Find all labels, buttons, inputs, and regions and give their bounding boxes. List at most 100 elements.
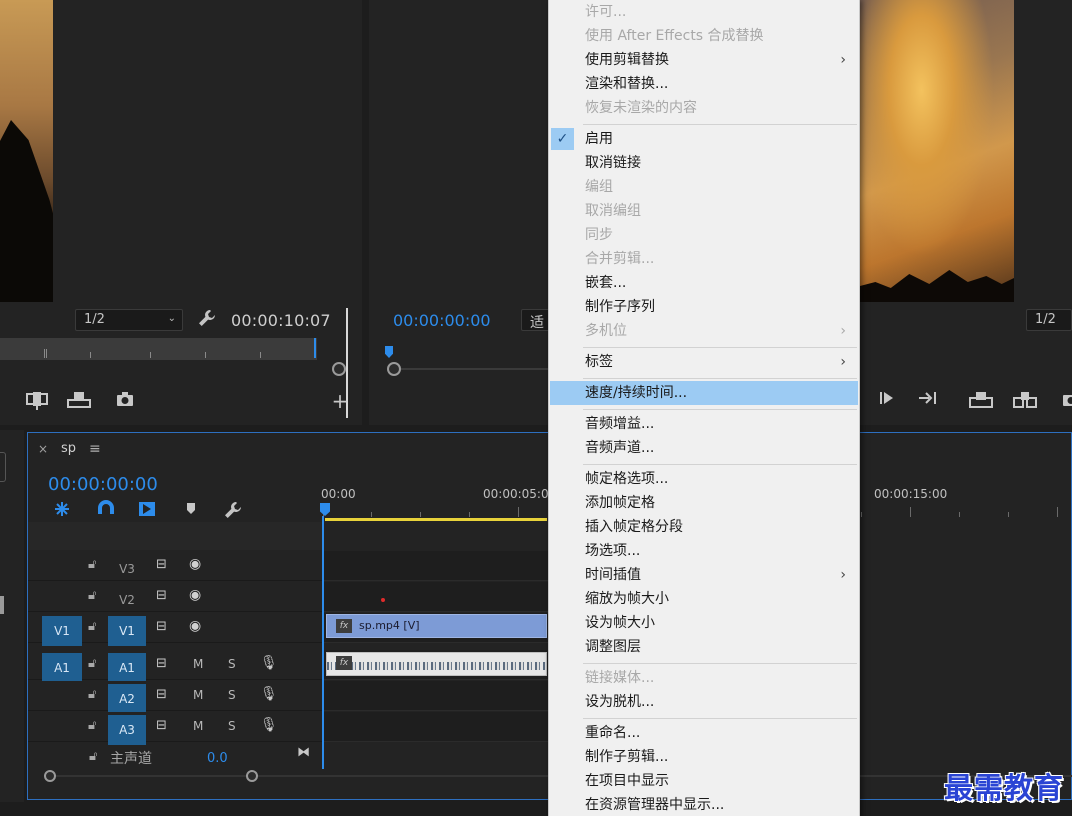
microphone-icon[interactable]: 🎙︎ (260, 717, 278, 733)
fx-badge-icon[interactable]: fx (336, 656, 352, 670)
source-patch-a1[interactable]: A1 (42, 653, 82, 683)
track-lane-v3[interactable] (324, 551, 548, 581)
menu-item-make-offline[interactable]: 设为脱机... (550, 690, 858, 714)
menu-item-synchronize[interactable]: 同步 (550, 223, 858, 247)
source-settings-wrench-icon[interactable] (197, 308, 219, 330)
add-marker-icon[interactable] (180, 500, 202, 520)
program-fit-select[interactable]: 适 (521, 309, 551, 331)
menu-item-enable[interactable]: ✓ 启用 (550, 127, 858, 151)
extract-button[interactable] (1012, 390, 1038, 412)
sync-lock-icon[interactable]: ⊟ (156, 656, 167, 671)
timeline-tab-name[interactable]: sp (61, 441, 76, 456)
go-to-in-out-icon[interactable]: ⧓ (297, 745, 310, 760)
lock-icon[interactable]: 🔓︎ (89, 749, 97, 764)
track-lane-a3[interactable] (324, 712, 548, 742)
menu-item-reveal-in-project[interactable]: 在项目中显示 (550, 769, 858, 793)
sync-lock-icon[interactable]: ⊟ (156, 557, 167, 572)
track-name[interactable]: V3 (108, 554, 146, 584)
lock-icon[interactable]: 🔓︎ (88, 619, 96, 634)
go-to-out-point-icon[interactable] (915, 390, 941, 412)
audio-clip[interactable]: fx (326, 652, 547, 676)
menu-item-multi-camera[interactable]: 多机位 › (550, 319, 858, 343)
microphone-icon[interactable]: 🎙︎ (260, 686, 278, 702)
lift-button[interactable] (968, 390, 994, 412)
track-lane-a2[interactable] (324, 681, 548, 711)
master-volume-value[interactable]: 0.0 (207, 751, 228, 766)
solo-button[interactable]: S (228, 719, 236, 733)
razor-tool-icon[interactable] (0, 596, 4, 614)
source-timecode[interactable]: 00:00:10:07 (231, 311, 331, 330)
solo-button[interactable]: S (228, 657, 236, 671)
track-name[interactable]: A1 (108, 653, 146, 683)
menu-item-audio-channels[interactable]: 音频声道... (550, 436, 858, 460)
menu-item-frame-hold-options[interactable]: 帧定格选项... (550, 467, 858, 491)
menu-item-render-and-replace[interactable]: 渲染和替换... (550, 72, 858, 96)
menu-item-nest[interactable]: 嵌套... (550, 271, 858, 295)
program-timecode[interactable]: 00:00:00:00 (393, 311, 491, 330)
menu-item-label[interactable]: 标签 › (550, 350, 858, 374)
timeline-settings-wrench-icon[interactable] (222, 500, 244, 520)
menu-item-adjustment-layer[interactable]: 调整图层 (550, 635, 858, 659)
insert-button[interactable] (24, 390, 50, 412)
track-name[interactable]: V2 (108, 585, 146, 615)
export-frame-camera-icon[interactable] (1058, 390, 1072, 412)
sync-lock-icon[interactable]: ⊟ (156, 687, 167, 702)
menu-item-group[interactable]: 编组 (550, 175, 858, 199)
menu-item-time-interpolation[interactable]: 时间插值 › (550, 563, 858, 587)
lock-icon[interactable]: 🔓︎ (88, 656, 96, 671)
mute-button[interactable]: M (193, 688, 203, 702)
menu-item-insert-frame-hold-segment[interactable]: 插入帧定格分段 (550, 515, 858, 539)
menu-item-set-to-frame-size[interactable]: 设为帧大小 (550, 611, 858, 635)
eye-icon[interactable]: ◉ (189, 556, 201, 572)
selection-tool-icon[interactable] (0, 452, 6, 482)
work-area-bar[interactable] (325, 518, 547, 521)
timeline-zoom-handle-left[interactable] (44, 770, 56, 782)
track-name[interactable]: V1 (108, 616, 146, 646)
linked-selection-icon[interactable] (136, 500, 158, 520)
export-frame-camera-icon[interactable] (112, 390, 138, 412)
track-name[interactable]: A2 (108, 684, 146, 714)
menu-item-ungroup[interactable]: 取消编组 (550, 199, 858, 223)
sync-lock-icon[interactable]: ⊟ (156, 619, 167, 634)
source-time-ruler[interactable] (0, 338, 317, 360)
timeline-zoom-handle-right[interactable] (246, 770, 258, 782)
mute-button[interactable]: M (193, 719, 203, 733)
video-clip[interactable]: fx sp.mp4 [V] (326, 614, 547, 638)
menu-item-scale-to-frame-size[interactable]: 缩放为帧大小 (550, 587, 858, 611)
menu-item-link-media[interactable]: 链接媒体... (550, 666, 858, 690)
lock-icon[interactable]: 🔓︎ (88, 687, 96, 702)
lock-icon[interactable]: 🔓︎ (88, 718, 96, 733)
source-patch-v1[interactable]: V1 (42, 616, 82, 646)
menu-item-add-frame-hold[interactable]: 添加帧定格 (550, 491, 858, 515)
track-lane-v2[interactable] (324, 582, 548, 612)
solo-button[interactable]: S (228, 688, 236, 702)
eye-icon[interactable]: ◉ (189, 587, 201, 603)
menu-item-merge-clips[interactable]: 合并剪辑... (550, 247, 858, 271)
menu-item-unlink[interactable]: 取消链接 (550, 151, 858, 175)
microphone-icon[interactable]: 🎙︎ (260, 655, 278, 671)
nest-sequence-icon[interactable] (51, 500, 73, 520)
menu-item-make-subclip[interactable]: 制作子剪辑... (550, 745, 858, 769)
play-to-out-icon[interactable] (874, 390, 900, 412)
fx-badge-icon[interactable]: fx (336, 619, 352, 633)
menu-item-audio-gain[interactable]: 音频增益... (550, 412, 858, 436)
menu-item-rename[interactable]: 重命名... (550, 721, 858, 745)
overwrite-button[interactable] (66, 390, 92, 412)
source-zoom-scroll-handle[interactable] (332, 362, 346, 376)
timeline-timecode[interactable]: 00:00:00:00 (48, 474, 158, 495)
source-zoom-select[interactable]: 1/2 ⌄ (75, 309, 183, 331)
timeline-tab-close-icon[interactable]: × (38, 442, 48, 456)
menu-item-replace-with-clip[interactable]: 使用剪辑替换 › (550, 48, 858, 72)
timeline-panel-menu-icon[interactable]: ≡ (89, 441, 101, 457)
menu-item-restore-unrendered[interactable]: 恢复未渲染的内容 (550, 96, 858, 120)
button-editor-plus-icon[interactable]: + (327, 390, 353, 412)
track-name[interactable]: A3 (108, 715, 146, 745)
sync-lock-icon[interactable]: ⊟ (156, 718, 167, 733)
menu-item-reveal-in-explorer[interactable]: 在资源管理器中显示... (550, 793, 858, 816)
menu-item-replace-with-after-effects[interactable]: 使用 After Effects 合成替换 (550, 24, 858, 48)
program-zoom-scroll-handle[interactable] (387, 362, 401, 376)
sync-lock-icon[interactable]: ⊟ (156, 588, 167, 603)
eye-icon[interactable]: ◉ (189, 618, 201, 634)
snap-magnet-icon[interactable] (95, 500, 117, 520)
lock-icon[interactable]: 🔓︎ (88, 557, 96, 572)
